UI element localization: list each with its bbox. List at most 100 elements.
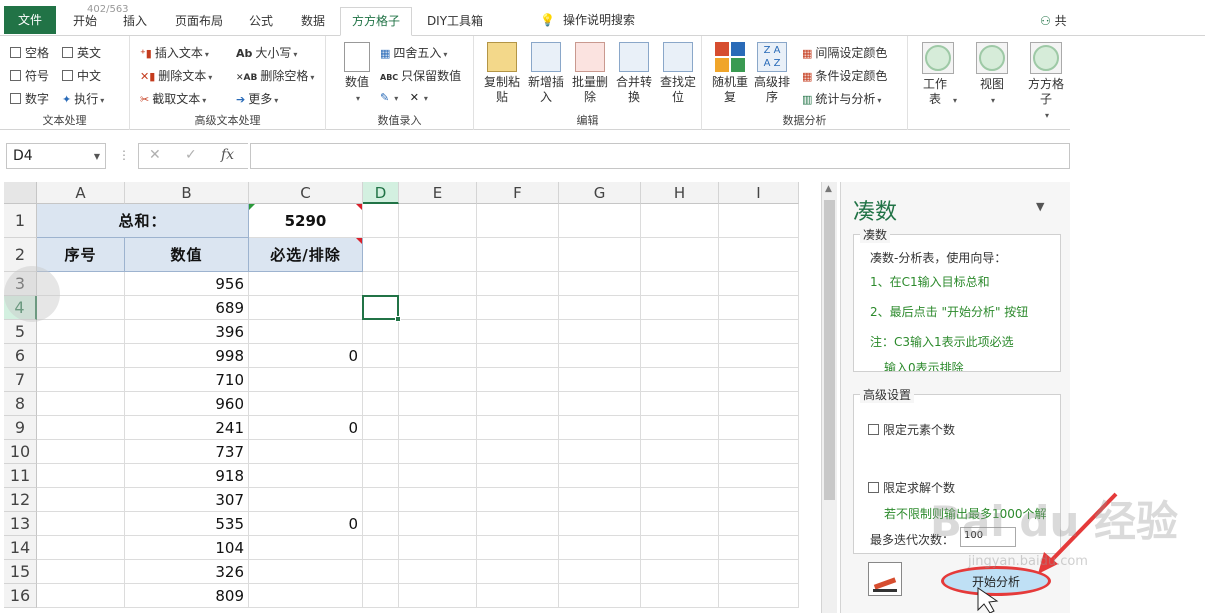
formula-input[interactable] bbox=[250, 143, 1070, 169]
value-cell[interactable]: 956 bbox=[125, 272, 249, 296]
cell-h16[interactable] bbox=[641, 584, 719, 608]
cell-h9[interactable] bbox=[641, 416, 719, 440]
cell-g11[interactable] bbox=[559, 464, 641, 488]
value-cell[interactable]: 998 bbox=[125, 344, 249, 368]
cell-i14[interactable] bbox=[719, 536, 799, 560]
cell-f15[interactable] bbox=[477, 560, 559, 584]
cell-g8[interactable] bbox=[559, 392, 641, 416]
cell-f13[interactable] bbox=[477, 512, 559, 536]
execute-button[interactable]: ✦ 执行 ▾ bbox=[62, 90, 104, 107]
fangfang-button[interactable]: 方方格子▾ bbox=[1026, 42, 1066, 123]
new-insert-button[interactable]: 新增插入 bbox=[526, 42, 566, 105]
column-header-a[interactable]: A bbox=[37, 182, 125, 204]
total-label-cell[interactable]: 总和： bbox=[37, 204, 249, 238]
cell-h2[interactable] bbox=[641, 238, 719, 272]
cell-d13[interactable] bbox=[363, 512, 399, 536]
cell-a7[interactable] bbox=[37, 368, 125, 392]
cell-d6[interactable] bbox=[363, 344, 399, 368]
cell-h10[interactable] bbox=[641, 440, 719, 464]
cell-i10[interactable] bbox=[719, 440, 799, 464]
cell-f8[interactable] bbox=[477, 392, 559, 416]
limit-solutions-checkbox[interactable]: 限定求解个数 bbox=[868, 479, 955, 496]
cell-h14[interactable] bbox=[641, 536, 719, 560]
cell-g14[interactable] bbox=[559, 536, 641, 560]
cell-c7[interactable] bbox=[249, 368, 363, 392]
cell-d7[interactable] bbox=[363, 368, 399, 392]
cell-g1[interactable] bbox=[559, 204, 641, 238]
checkbox-symbol[interactable]: 符号 bbox=[10, 67, 49, 84]
cell-i2[interactable] bbox=[719, 238, 799, 272]
value-cell[interactable]: 307 bbox=[125, 488, 249, 512]
cell-g4[interactable] bbox=[559, 296, 641, 320]
cell-g15[interactable] bbox=[559, 560, 641, 584]
row-header-12[interactable]: 12 bbox=[4, 488, 37, 512]
row-header-10[interactable]: 10 bbox=[4, 440, 37, 464]
checkbox-english[interactable]: 英文 bbox=[62, 44, 101, 61]
cell-g6[interactable] bbox=[559, 344, 641, 368]
cell-h15[interactable] bbox=[641, 560, 719, 584]
cell-i11[interactable] bbox=[719, 464, 799, 488]
advanced-sort-button[interactable]: Z AA Z 高级排序 bbox=[752, 42, 792, 105]
tab-formulas[interactable]: 公式 bbox=[238, 8, 284, 36]
cell-g5[interactable] bbox=[559, 320, 641, 344]
merge-convert-button[interactable]: 合并转换 bbox=[614, 42, 654, 105]
row-header-8[interactable]: 8 bbox=[4, 392, 37, 416]
more-button[interactable]: ➔ 更多 ▾ bbox=[236, 90, 278, 107]
cell-c8[interactable] bbox=[249, 392, 363, 416]
column-header-g[interactable]: G bbox=[559, 182, 641, 204]
cell-a16[interactable] bbox=[37, 584, 125, 608]
cell-g3[interactable] bbox=[559, 272, 641, 296]
cell-e3[interactable] bbox=[399, 272, 477, 296]
case-button[interactable]: Ab 大小写 ▾ bbox=[236, 44, 297, 61]
cell-h11[interactable] bbox=[641, 464, 719, 488]
cell-f7[interactable] bbox=[477, 368, 559, 392]
row-header-5[interactable]: 5 bbox=[4, 320, 37, 344]
column-header-h[interactable]: H bbox=[641, 182, 719, 204]
cell-f12[interactable] bbox=[477, 488, 559, 512]
fx-icon[interactable]: fx bbox=[221, 147, 234, 163]
column-header-e[interactable]: E bbox=[399, 182, 477, 204]
limit-elements-checkbox[interactable]: 限定元素个数 bbox=[868, 421, 955, 438]
cell-i15[interactable] bbox=[719, 560, 799, 584]
value-cell[interactable]: 104 bbox=[125, 536, 249, 560]
scroll-thumb[interactable] bbox=[824, 200, 835, 500]
select-cell[interactable]: 0 bbox=[249, 512, 363, 536]
cell-a5[interactable] bbox=[37, 320, 125, 344]
tab-insert[interactable]: 插入 bbox=[112, 8, 158, 36]
cell-e6[interactable] bbox=[399, 344, 477, 368]
cell-e12[interactable] bbox=[399, 488, 477, 512]
value-cell[interactable]: 396 bbox=[125, 320, 249, 344]
cell-e8[interactable] bbox=[399, 392, 477, 416]
value-cell[interactable]: 737 bbox=[125, 440, 249, 464]
cell-a6[interactable] bbox=[37, 344, 125, 368]
row-header-9[interactable]: 9 bbox=[4, 416, 37, 440]
delete-space-button[interactable]: ✕AB 删除空格 ▾ bbox=[236, 67, 314, 84]
name-box[interactable]: D4 ▼ bbox=[6, 143, 106, 169]
cell-g7[interactable] bbox=[559, 368, 641, 392]
cell-i7[interactable] bbox=[719, 368, 799, 392]
fill-handle[interactable] bbox=[395, 316, 401, 322]
cell-e7[interactable] bbox=[399, 368, 477, 392]
cell-d12[interactable] bbox=[363, 488, 399, 512]
row-header-11[interactable]: 11 bbox=[4, 464, 37, 488]
batch-delete-button[interactable]: 批量删除 bbox=[570, 42, 610, 105]
column-header-i[interactable]: I bbox=[719, 182, 799, 204]
checkbox-space[interactable]: 空格 bbox=[10, 44, 49, 61]
random-repeat-button[interactable]: 随机重复 bbox=[710, 42, 750, 105]
cell-e13[interactable] bbox=[399, 512, 477, 536]
tab-data[interactable]: 数据 bbox=[290, 8, 336, 36]
cell-c5[interactable] bbox=[249, 320, 363, 344]
cell-i6[interactable] bbox=[719, 344, 799, 368]
cancel-icon[interactable]: ✕ bbox=[149, 147, 161, 163]
cell-a14[interactable] bbox=[37, 536, 125, 560]
value-button[interactable]: 数值 ▾ bbox=[338, 42, 376, 106]
value-cell[interactable]: 689 bbox=[125, 296, 249, 320]
cell-d14[interactable] bbox=[363, 536, 399, 560]
condition-color-button[interactable]: ▦ 条件设定颜色 bbox=[802, 67, 887, 84]
value-cell[interactable]: 809 bbox=[125, 584, 249, 608]
cell-h6[interactable] bbox=[641, 344, 719, 368]
cell-f14[interactable] bbox=[477, 536, 559, 560]
cell-g10[interactable] bbox=[559, 440, 641, 464]
cell-d3[interactable] bbox=[363, 272, 399, 296]
stats-analysis-button[interactable]: ▥ 统计与分析 ▾ bbox=[802, 90, 881, 107]
